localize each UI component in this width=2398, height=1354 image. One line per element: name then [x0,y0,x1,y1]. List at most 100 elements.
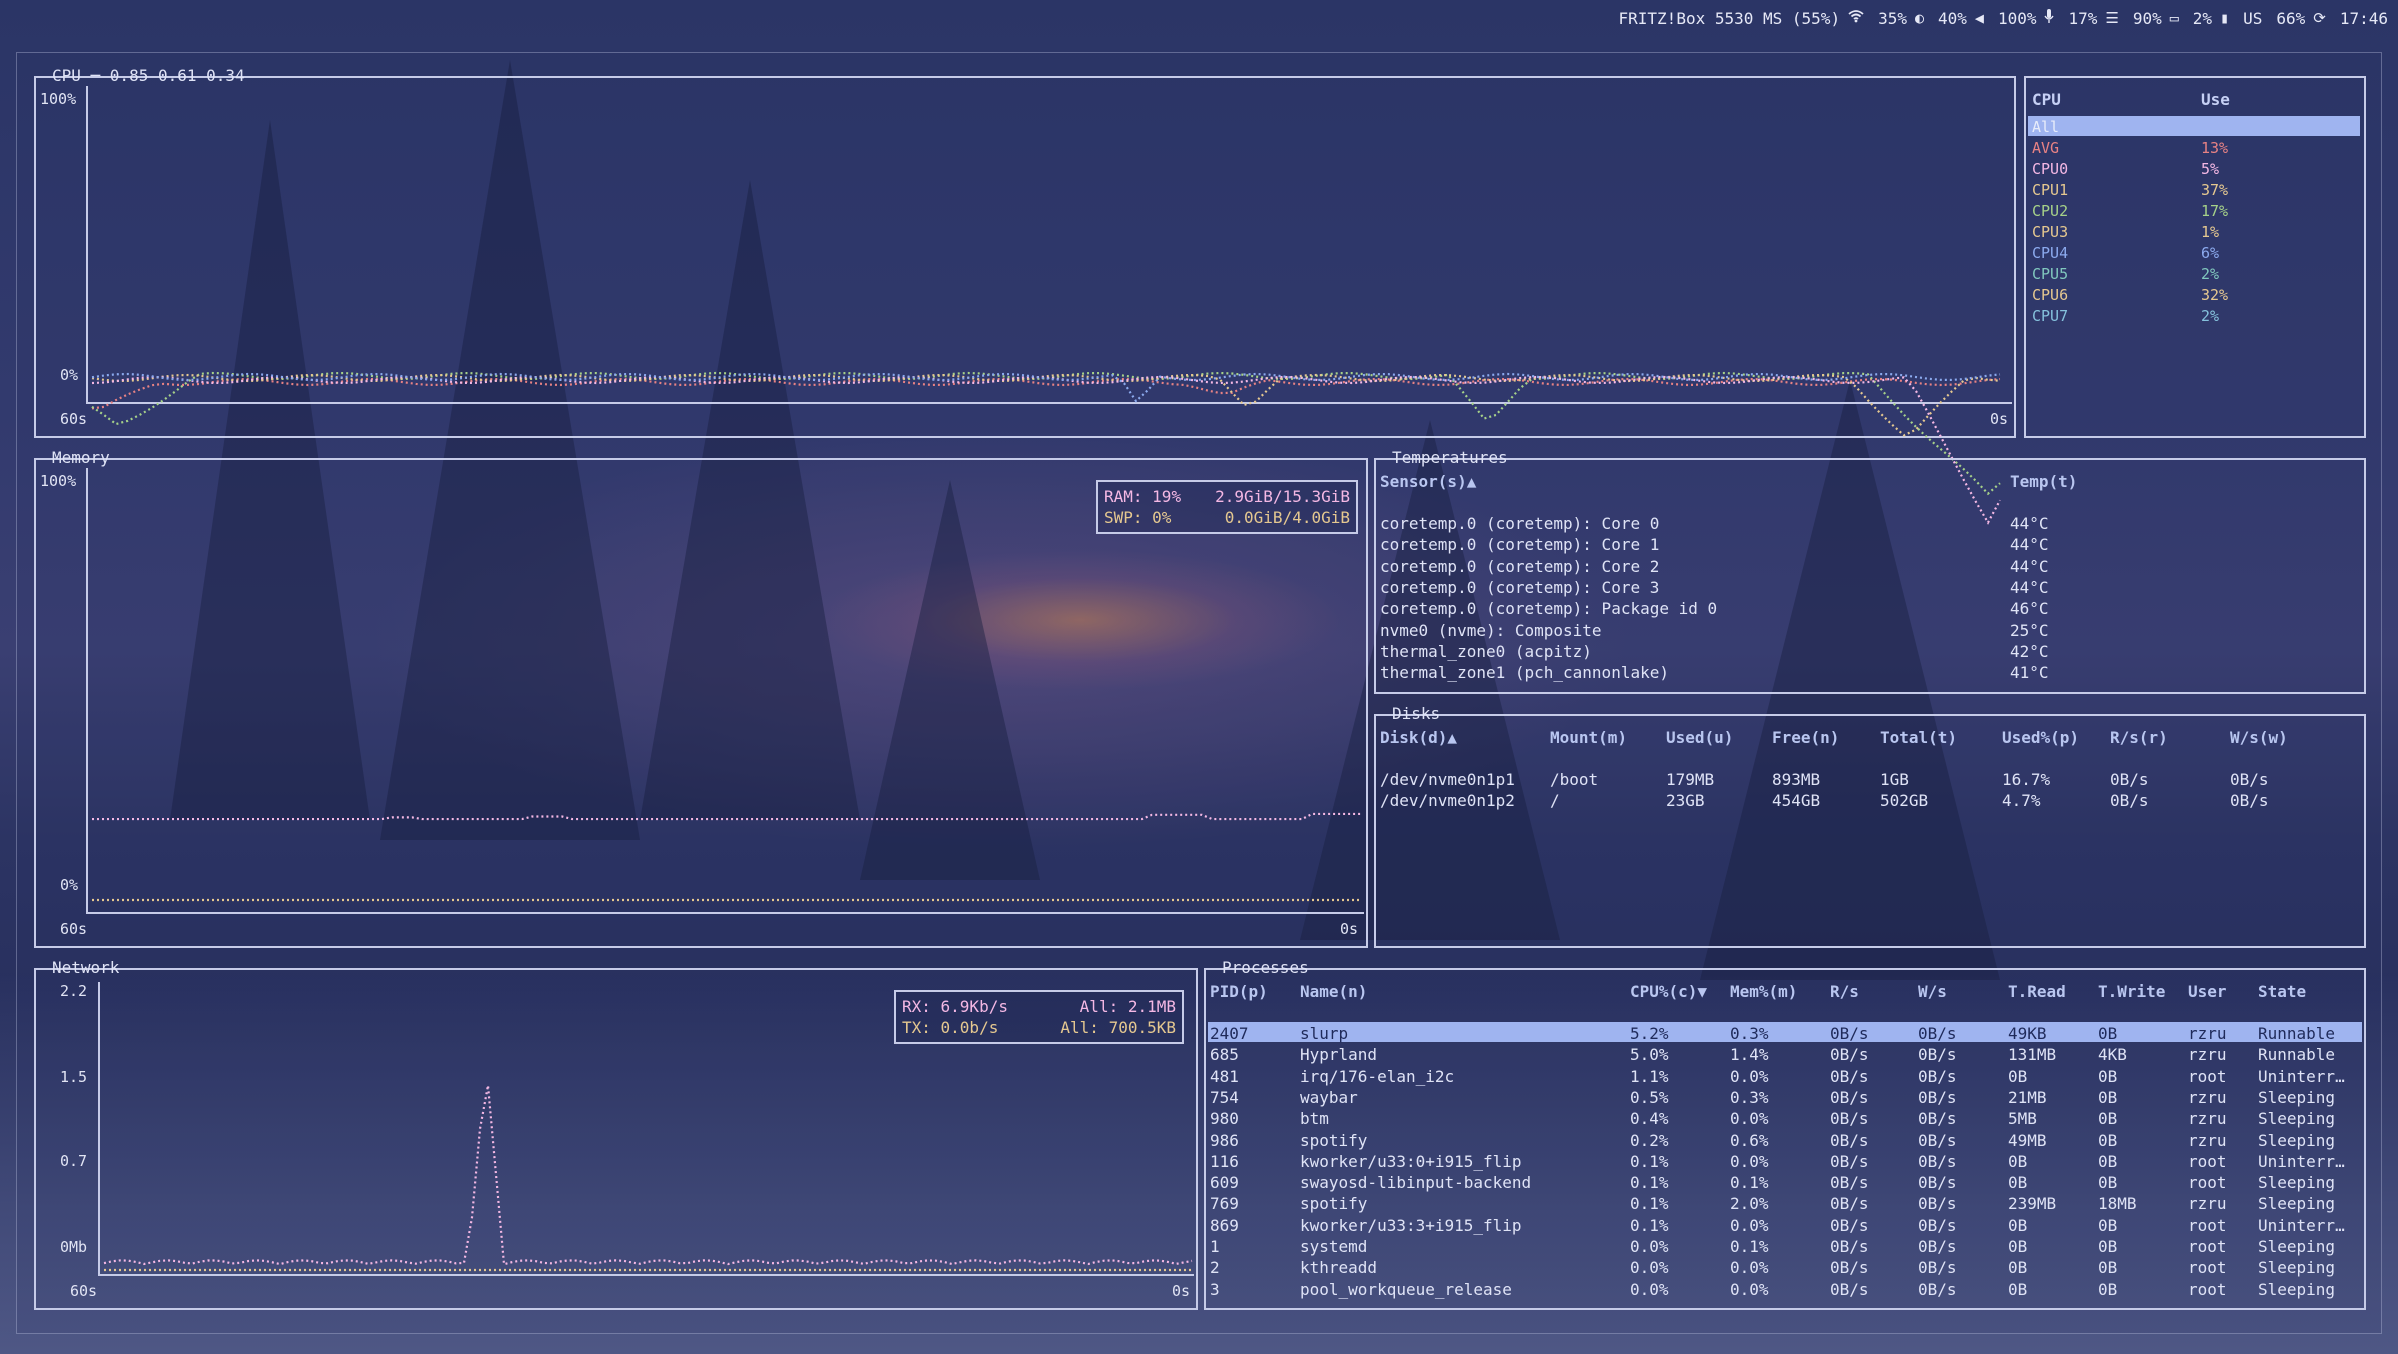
process-cell[interactable]: 0B/s [1830,1194,1869,1213]
process-cell[interactable]: 0B [2008,1173,2027,1192]
process-cell[interactable]: rzru [2188,1194,2227,1213]
process-cell[interactable]: 0B [2008,1152,2027,1171]
process-cell[interactable]: 0B/s [1918,1024,1957,1043]
cpu-list-name[interactable]: CPU5 [2032,265,2068,283]
process-cell[interactable]: 0B [2098,1216,2117,1235]
process-cell[interactable]: 0B/s [1918,1131,1957,1150]
volume-status[interactable]: 40% ◀ [1938,9,1984,28]
process-cell[interactable]: 2 [1210,1258,1220,1277]
cpu-list-selected-row[interactable] [2028,116,2360,136]
process-cell[interactable]: 754 [1210,1088,1239,1107]
temp-header-sensor[interactable]: Sensor(s)▲ [1380,472,1476,491]
process-cell[interactable]: 5MB [2008,1109,2037,1128]
cpu-list-name[interactable]: CPU1 [2032,181,2068,199]
process-cell[interactable]: rzru [2188,1088,2227,1107]
process-cell[interactable]: 0B [2098,1152,2117,1171]
process-cell[interactable]: 0.5% [1630,1088,1669,1107]
keyboard-layout[interactable]: US [2243,9,2262,28]
process-cell[interactable]: root [2188,1152,2227,1171]
disk-column-header[interactable]: Free(n) [1772,728,1839,747]
disk-column-header[interactable]: Mount(m) [1550,728,1627,747]
process-cell[interactable]: 0.0% [1730,1067,1769,1086]
process-cell[interactable]: 0.0% [1630,1280,1669,1299]
process-cell[interactable]: slurp [1300,1024,1348,1043]
process-cell[interactable]: Sleeping [2258,1088,2335,1107]
process-cell[interactable]: 0.4% [1630,1109,1669,1128]
process-cell[interactable]: 869 [1210,1216,1239,1235]
process-cell[interactable]: 0B [2098,1237,2117,1256]
disk-status[interactable]: 2% ▮ [2193,9,2229,28]
process-cell[interactable]: 239MB [2008,1194,2056,1213]
process-cell[interactable]: 0B/s [1830,1237,1869,1256]
process-column-header[interactable]: T.Write [2098,982,2165,1001]
process-cell[interactable]: kworker/u33:0+i915_flip [1300,1152,1522,1171]
process-cell[interactable]: 49MB [2008,1131,2047,1150]
process-cell[interactable]: Runnable [2258,1045,2335,1064]
disk-column-header[interactable]: Used(u) [1666,728,1733,747]
process-cell[interactable]: systemd [1300,1237,1367,1256]
cpu-list-name[interactable]: CPU0 [2032,160,2068,178]
cpu-list-name[interactable]: CPU6 [2032,286,2068,304]
process-cell[interactable]: waybar [1300,1088,1358,1107]
process-cell[interactable]: root [2188,1258,2227,1277]
process-cell[interactable]: 0.1% [1730,1237,1769,1256]
process-cell[interactable]: 2407 [1210,1024,1249,1043]
process-cell[interactable]: 0B/s [1830,1280,1869,1299]
process-cell[interactable]: 0B [2008,1258,2027,1277]
process-cell[interactable]: 1 [1210,1237,1220,1256]
process-cell[interactable]: 0B/s [1918,1258,1957,1277]
process-cell[interactable]: 0B/s [1830,1131,1869,1150]
process-column-header[interactable]: State [2258,982,2306,1001]
process-cell[interactable]: 0B [2098,1258,2117,1277]
process-column-header[interactable]: T.Read [2008,982,2066,1001]
process-cell[interactable]: 0B/s [1918,1088,1957,1107]
process-cell[interactable]: Sleeping [2258,1131,2335,1150]
cpu-list-name[interactable]: AVG [2032,139,2059,157]
temperatures-widget[interactable]: Temperatures Sensor(s)▲ Temp(t) coretemp… [1374,448,2366,694]
process-cell[interactable]: 0.6% [1730,1131,1769,1150]
process-cell[interactable]: 685 [1210,1045,1239,1064]
process-cell[interactable]: 0B [2098,1173,2117,1192]
cpu-list-name[interactable]: CPU2 [2032,202,2068,220]
process-cell[interactable]: 5.0% [1630,1045,1669,1064]
process-cell[interactable]: 0B/s [1830,1109,1869,1128]
process-column-header[interactable]: Mem%(m) [1730,982,1797,1001]
process-cell[interactable]: Sleeping [2258,1280,2335,1299]
process-cell[interactable]: 0B/s [1830,1045,1869,1064]
process-cell[interactable]: swayosd-libinput-backend [1300,1173,1531,1192]
process-cell[interactable]: 21MB [2008,1088,2047,1107]
battery-status[interactable]: 66% ⟳ [2276,9,2325,28]
process-cell[interactable]: 0.1% [1630,1216,1669,1235]
process-cell[interactable]: Sleeping [2258,1258,2335,1277]
process-cell[interactable]: 0.0% [1730,1152,1769,1171]
process-cell[interactable]: 0.1% [1630,1173,1669,1192]
process-cell[interactable]: Sleeping [2258,1173,2335,1192]
process-cell[interactable]: 609 [1210,1173,1239,1192]
process-cell[interactable]: 131MB [2008,1045,2056,1064]
disk-column-header[interactable]: W/s(w) [2230,728,2288,747]
process-cell[interactable]: 0B [2098,1131,2117,1150]
process-cell[interactable]: Uninterr… [2258,1152,2345,1171]
process-cell[interactable]: 0B/s [1830,1216,1869,1235]
process-cell[interactable]: 0B/s [1918,1216,1957,1235]
process-column-header[interactable]: W/s [1918,982,1947,1001]
process-cell[interactable]: 0B/s [1830,1258,1869,1277]
process-cell[interactable]: kthreadd [1300,1258,1377,1277]
process-cell[interactable]: Sleeping [2258,1194,2335,1213]
process-cell[interactable]: 0B [2008,1237,2027,1256]
process-cell[interactable]: rzru [2188,1131,2227,1150]
process-column-header[interactable]: PID(p) [1210,982,1268,1001]
process-cell[interactable]: 116 [1210,1152,1239,1171]
process-cell[interactable]: 986 [1210,1131,1239,1150]
disk-column-header[interactable]: Total(t) [1880,728,1957,747]
memory-status[interactable]: 90% ▭ [2133,9,2179,28]
cpu-list-name[interactable]: CPU7 [2032,307,2068,325]
process-cell[interactable]: rzru [2188,1109,2227,1128]
process-cell[interactable]: 0B/s [1830,1067,1869,1086]
cpu-list-name[interactable]: CPU3 [2032,223,2068,241]
memory-widget[interactable]: Memory 100% 0% 60s 0s RAM: 19% 2.9GiB/15… [34,448,1368,948]
cpu-graph-widget[interactable]: CPU ─ 0.85 0.61 0.34 100% 0% 60s 0s [34,66,2016,525]
process-cell[interactable]: 0B/s [1830,1152,1869,1171]
processes-widget[interactable]: Processes PID(p) Name(n) CPU%(c)▼ Mem%(m) R/… [1204,958,2366,1310]
process-cell[interactable]: root [2188,1237,2227,1256]
